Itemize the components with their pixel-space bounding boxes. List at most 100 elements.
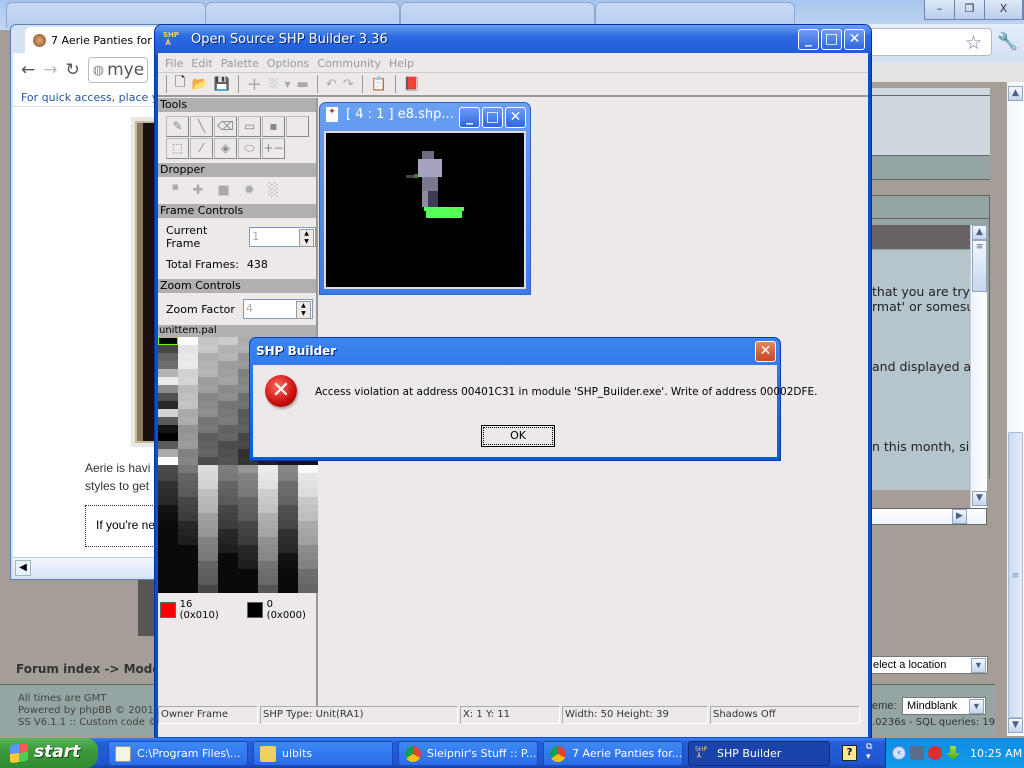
palette-cell[interactable] xyxy=(218,513,238,521)
palette-cell[interactable] xyxy=(218,433,238,441)
palette-cell[interactable] xyxy=(218,529,238,537)
palette-cell[interactable] xyxy=(158,433,178,441)
palette-cell[interactable] xyxy=(158,393,178,401)
palette-cell[interactable] xyxy=(158,553,178,561)
palette-cell[interactable] xyxy=(218,457,238,465)
palette-cell[interactable] xyxy=(298,505,318,513)
palette-cell[interactable] xyxy=(218,337,238,345)
brush-size-2-icon[interactable]: ✚ xyxy=(193,183,204,198)
palette-cell[interactable] xyxy=(218,393,238,401)
new-file-icon[interactable]: 🗋 xyxy=(175,73,185,95)
palette-cell[interactable] xyxy=(198,585,218,593)
palette-cell[interactable] xyxy=(178,377,198,385)
palette-cell[interactable] xyxy=(158,489,178,497)
palette-cell[interactable] xyxy=(178,433,198,441)
palette-cell[interactable] xyxy=(278,489,298,497)
palette-cell[interactable] xyxy=(298,473,318,481)
dialog-close-button[interactable]: ✕ xyxy=(755,341,776,362)
palette-cell[interactable] xyxy=(158,441,178,449)
redo-icon[interactable]: ↷ xyxy=(343,77,354,92)
palette-cell[interactable] xyxy=(198,529,218,537)
palette-cell[interactable] xyxy=(158,505,178,513)
palette-cell[interactable] xyxy=(298,537,318,545)
palette-cell[interactable] xyxy=(218,489,238,497)
palette-cell[interactable] xyxy=(218,441,238,449)
palette-cell[interactable] xyxy=(178,425,198,433)
palette-cell[interactable] xyxy=(178,441,198,449)
brush-size-4-icon[interactable]: ✹ xyxy=(244,183,255,198)
palette-cell[interactable] xyxy=(258,513,278,521)
palette-cell[interactable] xyxy=(278,521,298,529)
palette-cell[interactable] xyxy=(218,401,238,409)
palette-cell[interactable] xyxy=(258,497,278,505)
ellipse-tool-icon[interactable]: ⬭ xyxy=(238,138,261,159)
palette-cell[interactable] xyxy=(158,377,178,385)
palette-cell[interactable] xyxy=(298,481,318,489)
taskbar-item[interactable]: C:\Program Files\... xyxy=(108,741,248,766)
close-button[interactable]: ✕ xyxy=(505,107,526,128)
palette-cell[interactable] xyxy=(198,393,218,401)
forum-breadcrumb[interactable]: Forum index -> Modd xyxy=(16,662,161,676)
taskbar-item[interactable]: 7 Aerie Panties for... xyxy=(543,741,683,766)
palette-cell[interactable] xyxy=(218,537,238,545)
palette-cell[interactable] xyxy=(238,513,258,521)
palette-cell[interactable] xyxy=(178,417,198,425)
palette-cell[interactable] xyxy=(198,425,218,433)
filled-rect-tool-icon[interactable]: ▪ xyxy=(262,116,285,137)
palette-cell[interactable] xyxy=(178,337,198,345)
palette-cell[interactable] xyxy=(238,545,258,553)
effects-icon[interactable]: ⛆ xyxy=(268,77,278,92)
maximize-button[interactable]: □ xyxy=(821,29,842,50)
palette-cell[interactable] xyxy=(238,537,258,545)
palette-cell[interactable] xyxy=(298,529,318,537)
palette-cell[interactable] xyxy=(198,577,218,585)
palette-cell[interactable] xyxy=(198,457,218,465)
minimize-button[interactable]: _ xyxy=(459,107,480,128)
palette-cell[interactable] xyxy=(258,569,278,577)
palette-cell[interactable] xyxy=(218,417,238,425)
undo-icon[interactable]: ↶ xyxy=(326,77,337,92)
minimize-button[interactable]: _ xyxy=(798,29,819,50)
eraser-tool-icon[interactable]: ⌫ xyxy=(214,116,237,137)
palette-cell[interactable] xyxy=(218,521,238,529)
preview-icon[interactable]: ▬ xyxy=(296,77,308,92)
palette-cell[interactable] xyxy=(198,417,218,425)
start-button[interactable]: start xyxy=(0,738,98,768)
reload-icon[interactable]: ↻ xyxy=(66,60,80,80)
palette-cell[interactable] xyxy=(198,537,218,545)
close-button[interactable]: ✕ xyxy=(844,29,865,50)
post-vertical-scrollbar[interactable]: ▲ ≡ ▼ xyxy=(970,225,987,508)
palette-cell[interactable] xyxy=(158,385,178,393)
palette-cell[interactable] xyxy=(238,473,258,481)
palette-cell[interactable] xyxy=(258,561,278,569)
palette-cell[interactable] xyxy=(198,385,218,393)
palette-cell[interactable] xyxy=(238,497,258,505)
post-horizontal-scrollbar[interactable]: ▶ xyxy=(870,508,987,525)
palette-cell[interactable] xyxy=(198,489,218,497)
palette-cell[interactable] xyxy=(198,521,218,529)
restore-button[interactable]: ❐ xyxy=(955,0,985,19)
palette-cell[interactable] xyxy=(178,353,198,361)
horizontal-scrollbar[interactable]: ◀ xyxy=(13,557,169,577)
palette-cell[interactable] xyxy=(298,465,318,473)
maximize-button[interactable]: □ xyxy=(482,107,503,128)
fill-tool-icon[interactable]: ◈ xyxy=(214,138,237,159)
chevron-down-icon[interactable]: ▼ xyxy=(971,658,986,673)
security-shield-icon[interactable] xyxy=(928,746,942,760)
palette-cell[interactable] xyxy=(278,537,298,545)
palette-cell[interactable] xyxy=(198,441,218,449)
scroll-right-icon[interactable]: ▶ xyxy=(952,509,967,524)
palette-cell[interactable] xyxy=(158,417,178,425)
palette-cell[interactable] xyxy=(198,353,218,361)
scroll-up-icon[interactable]: ▲ xyxy=(972,225,987,240)
scroll-thumb[interactable]: ≡ xyxy=(1008,432,1023,718)
palette-cell[interactable] xyxy=(278,577,298,585)
minimize-button[interactable]: – xyxy=(925,0,955,19)
palette-cell[interactable] xyxy=(178,465,198,473)
palette-cell[interactable] xyxy=(298,577,318,585)
palette-cell[interactable] xyxy=(218,561,238,569)
palette-cell[interactable] xyxy=(238,577,258,585)
current-frame-spinner[interactable]: 1 xyxy=(249,227,316,247)
palette-cell[interactable] xyxy=(178,553,198,561)
palette-cell[interactable] xyxy=(278,513,298,521)
